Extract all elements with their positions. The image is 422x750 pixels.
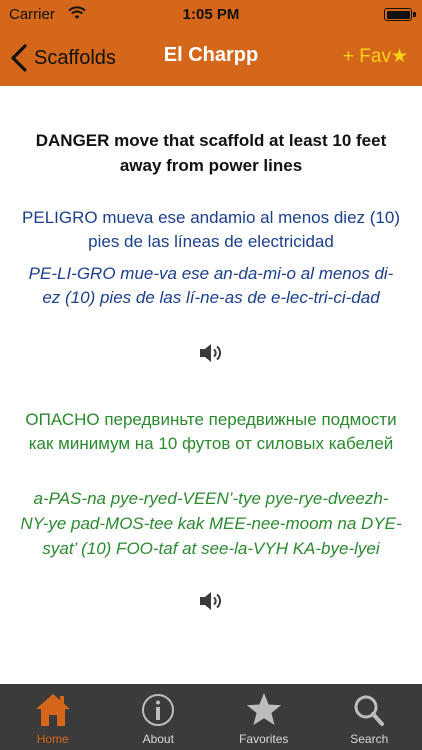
add-favorite-button[interactable]: + Fav★ [343,45,408,68]
tab-about[interactable]: About [106,684,211,750]
tab-favorites-label: Favorites [239,732,289,746]
tab-search-label: Search [350,732,389,746]
tab-home[interactable]: Home [0,684,105,750]
russian-pronunciation: a-PAS-na pye-ryed-VEEN’-tye pye-rye-dvee… [20,489,402,558]
russian-phrase: ОПАСНО передвиньте передвижные подмости … [25,410,397,453]
spanish-pronunciation: PE-LI-GRO mue-va ese an-da-mi-o al menos… [28,264,394,307]
tab-bar: Home About Favorites Search [0,684,422,750]
phrase-content: DANGER move that scaffold at least 10 fe… [0,86,422,684]
tab-favorites[interactable]: Favorites [211,684,316,750]
star-icon [246,693,281,725]
tab-home-label: Home [36,732,69,746]
english-phrase: DANGER move that scaffold at least 10 fe… [35,131,387,175]
home-icon [35,694,70,726]
search-icon [354,695,385,726]
battery-icon [384,8,416,21]
navigation-bar: Scaffolds El Charpp + Fav★ [0,30,422,86]
speaker-icon[interactable] [198,342,224,364]
spanish-phrase: PELIGRO mueva ese andamio al menos diez … [22,208,400,251]
tab-about-label: About [142,732,174,746]
status-bar: Carrier 1:05 PM [0,0,422,30]
tab-search[interactable]: Search [317,684,422,750]
status-time: 1:05 PM [182,6,240,23]
info-icon [142,694,175,726]
speaker-icon[interactable] [198,590,224,612]
